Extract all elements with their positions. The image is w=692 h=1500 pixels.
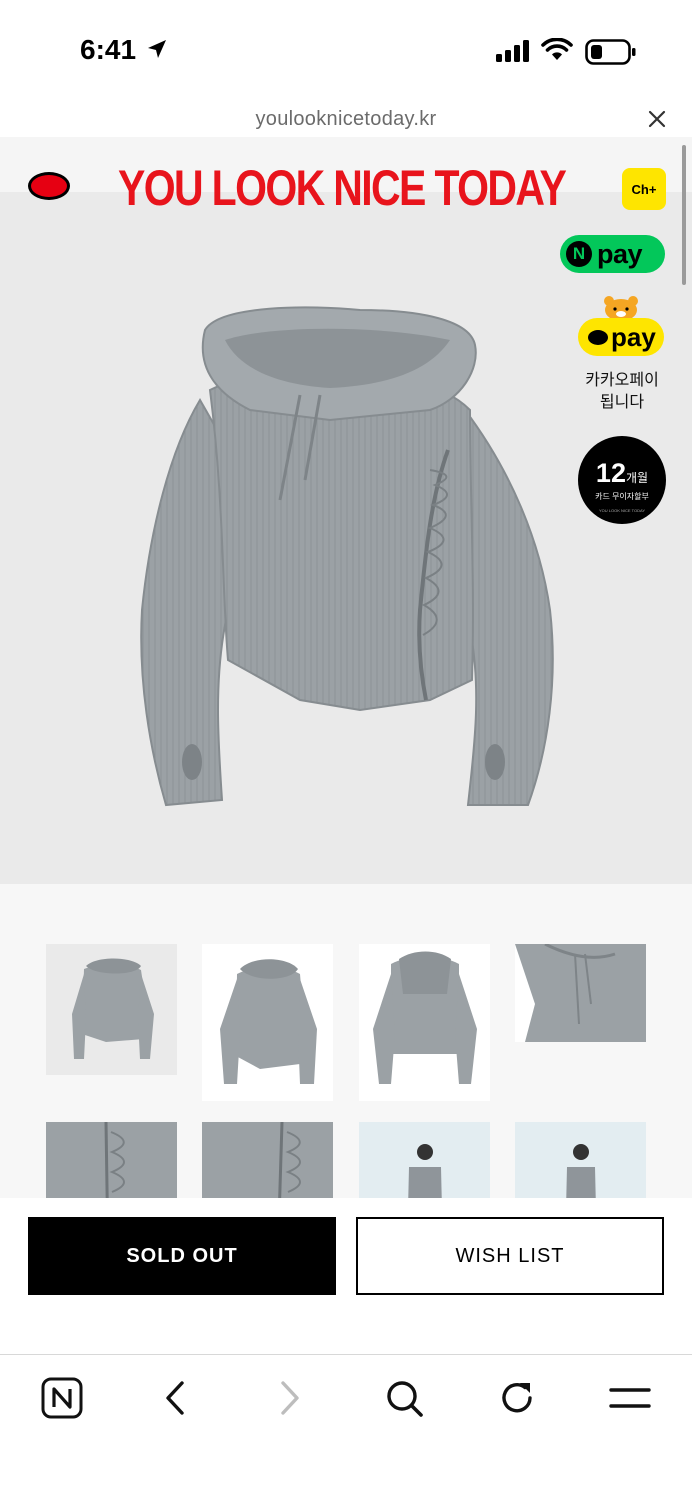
kakaopay-caption-line2: 됩니다 [599,394,645,411]
status-bar: 6:41 [0,0,692,100]
thumbnail-item[interactable] [202,1122,333,1198]
installment-unit: 개월 [625,471,649,485]
installment-tiny: YOU LOOK NICE TODAY [598,508,645,513]
back-button[interactable] [153,1376,197,1420]
url-bar[interactable]: youlooknicetoday.kr [0,100,692,137]
npay-logo-icon: N [566,241,592,267]
logo-dot-icon[interactable] [28,172,70,200]
naver-icon [41,1377,83,1419]
kakao-channel-button[interactable]: Ch+ [622,168,666,210]
kakaopay-caption-line1: 카카오페이 [585,372,659,389]
installment-number: 12개월 [578,458,666,489]
kakaopay-caption: 카카오페이 됩니다 [572,370,672,414]
thumbnail-item[interactable] [359,1122,490,1198]
menu-icon [609,1388,651,1408]
kakaopay-label: pay [611,321,656,352]
scrollbar-thumb[interactable] [682,145,686,285]
location-arrow-icon [148,40,166,58]
thumbnail-item[interactable] [515,1122,646,1198]
kakaopay-badge[interactable]: pay [578,318,664,356]
installment-sub: 카드 무이자할부 [595,492,649,501]
search-icon [387,1381,423,1417]
wifi-icon [541,38,573,60]
thumbnail-item[interactable] [46,1122,177,1198]
back-icon [166,1381,184,1415]
page: 6:41 youlooknicetoday.kr YOU LOOK NICE T… [0,0,692,1500]
browser-toolbar [0,1354,692,1500]
forward-icon [281,1381,299,1415]
search-button[interactable] [382,1376,426,1420]
url-text: youlooknicetoday.kr [255,108,437,130]
brand-logo[interactable]: YOU LOOK NICE TODAY [118,160,567,216]
wish-list-button[interactable]: WISH LIST [356,1217,664,1295]
close-icon[interactable] [644,106,670,132]
thumbnail-grid [0,884,692,1198]
npay-badge[interactable]: N pay [560,235,665,273]
installment-number-value: 12 [595,458,626,488]
forward-button[interactable] [268,1376,312,1420]
thumbnail-item[interactable] [515,944,646,1042]
naver-home-button[interactable] [40,1376,84,1420]
product-image[interactable] [130,300,560,820]
refresh-button[interactable] [495,1376,539,1420]
kakao-ryan-icon [604,296,638,320]
refresh-icon [502,1383,532,1413]
menu-button[interactable] [608,1376,652,1420]
battery-icon [585,39,636,65]
thumbnail-item[interactable] [202,944,333,1101]
thumbnail-item[interactable] [359,944,490,1101]
kakao-bubble-icon [588,329,608,345]
thumbnail-item[interactable] [46,944,177,1075]
sold-out-button[interactable]: SOLD OUT [28,1217,336,1295]
status-time: 6:41 [80,34,137,65]
cellular-signal-icon [496,40,529,62]
npay-label: pay [597,238,643,269]
installment-badge: 12개월 카드 무이자할부 YOU LOOK NICE TODAY [578,436,666,524]
